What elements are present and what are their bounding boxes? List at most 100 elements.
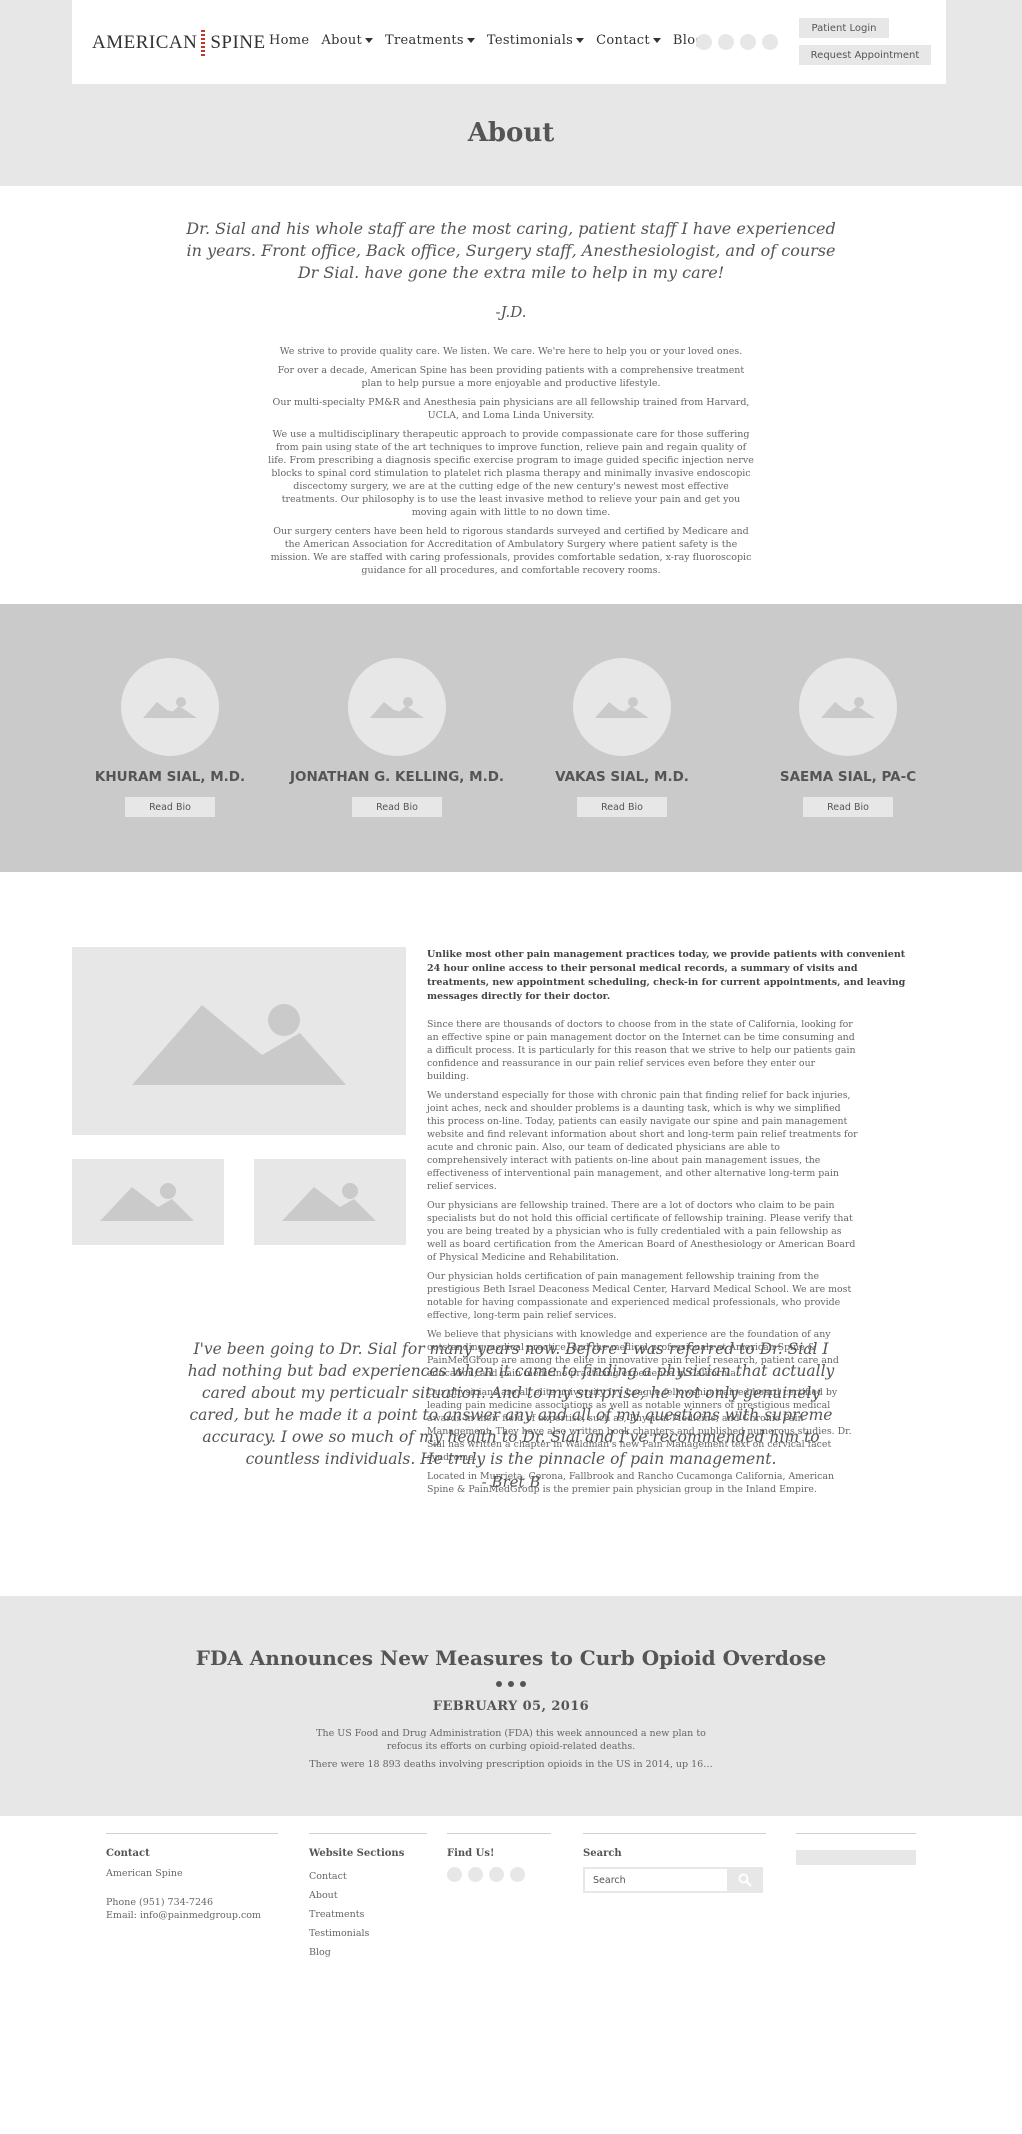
social-icon[interactable] [510, 1867, 525, 1882]
news-excerpt: There were 18 893 deaths involving presc… [309, 1759, 713, 1770]
social-icon[interactable] [447, 1867, 462, 1882]
news-title[interactable]: FDA Announces New Measures to Curb Opioi… [0, 1646, 1022, 1670]
image-placeholder-icon [370, 697, 424, 718]
testimonial-quote: Dr. Sial and his whole staff are the mos… [186, 219, 836, 282]
nav-item-treatments[interactable]: Treatments [385, 33, 475, 48]
testimonial-author-wrap: - Bret B [0, 1466, 1022, 1596]
request-appointment-button[interactable]: Request Appointment [799, 45, 931, 65]
read-bio-button[interactable]: Read Bio [577, 797, 667, 817]
nav-item-label: Contact [596, 33, 650, 48]
doctor-card: SAEMA SIAL, PA-C Read Bio [735, 658, 961, 817]
doctor-name: JONATHAN G. KELLING, M.D. [289, 769, 505, 785]
social-icon[interactable] [468, 1867, 483, 1882]
news-section: FDA Announces New Measures to Curb Opioi… [0, 1596, 1022, 1816]
social-icon[interactable] [740, 34, 756, 50]
about-paragraph: Our physicians are fellowship trained. T… [427, 1200, 856, 1263]
nav-item-label: Treatments [385, 33, 464, 48]
intro-section: Dr. Sial and his whole staff are the mos… [0, 186, 1022, 604]
doctor-name: VAKAS SIAL, M.D. [555, 769, 689, 785]
footer-link-treatments[interactable]: Treatments [309, 1905, 427, 1924]
footer-social-links [447, 1867, 551, 1882]
avatar [348, 658, 446, 756]
footer-email[interactable]: Email: info@painmedgroup.com [106, 1909, 278, 1922]
footer-widget [796, 1833, 916, 1865]
search-input[interactable] [583, 1867, 727, 1893]
avatar [121, 658, 219, 756]
about-paragraph: We understand especially for those with … [427, 1090, 858, 1192]
spine-icon [201, 30, 206, 56]
social-icon[interactable] [489, 1867, 504, 1882]
image-placeholder-icon [132, 1004, 346, 1085]
image-placeholder-icon [821, 697, 875, 718]
image-placeholder [254, 1159, 406, 1245]
testimonial-author: - Bret B [481, 1473, 541, 1491]
read-bio-button[interactable]: Read Bio [125, 797, 215, 817]
about-paragraph: Our physician holds certification of pai… [427, 1271, 852, 1321]
social-icon[interactable] [762, 34, 778, 50]
intro-paragraph: Our surgery centers have been held to ri… [270, 526, 752, 576]
main-nav: Home About Treatments Testimonials Conta… [269, 33, 716, 48]
nav-item-label: Testimonials [486, 33, 574, 48]
avatar [573, 658, 671, 756]
nav-item-about[interactable]: About [321, 33, 374, 48]
footer-search: Search [583, 1833, 766, 1893]
nav-item-label: Home [269, 33, 310, 48]
nav-item-testimonials[interactable]: Testimonials [486, 33, 585, 48]
news-excerpt: The US Food and Drug Administration (FDA… [316, 1728, 706, 1752]
doctors-section: KHURAM SIAL, M.D. Read Bio JONATHAN G. K… [0, 604, 1022, 872]
footer-widget-placeholder [796, 1850, 916, 1865]
footer-heading: Search [583, 1848, 622, 1859]
read-bio-button[interactable]: Read Bio [352, 797, 442, 817]
doctor-name: KHURAM SIAL, M.D. [94, 769, 246, 785]
doctor-card: VAKAS SIAL, M.D. Read Bio [509, 658, 735, 817]
chevron-down-icon [652, 38, 661, 43]
footer-link-about[interactable]: About [309, 1886, 427, 1905]
search-button[interactable] [727, 1867, 763, 1893]
read-bio-button[interactable]: Read Bio [803, 797, 893, 817]
site-footer: Contact American Spine Phone (951) 734-7… [0, 1816, 1022, 2002]
footer-heading: Find Us! [447, 1848, 495, 1859]
social-icon[interactable] [696, 34, 712, 50]
intro-paragraph: We strive to provide quality care. We li… [279, 346, 743, 357]
site-logo[interactable]: AMERICAN SPINE [92, 30, 266, 56]
image-placeholder [72, 947, 406, 1135]
image-placeholder-icon [282, 1183, 376, 1221]
intro-paragraph: Our multi-specialty PM&R and Anesthesia … [272, 397, 750, 421]
intro-paragraph: We use a multidisciplinary therapeutic a… [268, 429, 754, 518]
footer-phone[interactable]: Phone (951) 734-7246 [106, 1896, 278, 1909]
image-placeholder-icon [143, 697, 197, 718]
image-placeholder [72, 1159, 224, 1245]
footer-link-testimonials[interactable]: Testimonials [309, 1924, 427, 1943]
page-title: About [467, 118, 555, 148]
footer-find-us: Find Us! [447, 1833, 551, 1882]
logo-text-right: SPINE [210, 32, 266, 53]
search-box [583, 1867, 766, 1893]
nav-item-contact[interactable]: Contact [596, 33, 661, 48]
doctor-card: KHURAM SIAL, M.D. Read Bio [57, 658, 283, 817]
doctor-card: JONATHAN G. KELLING, M.D. Read Bio [284, 658, 510, 817]
footer-contact: Contact American Spine Phone (951) 734-7… [106, 1833, 278, 1922]
testimonial-author: -J.D. [495, 303, 527, 321]
footer-heading: Contact [106, 1848, 150, 1859]
footer-company-name: American Spine [106, 1868, 183, 1879]
nav-item-home[interactable]: Home [269, 33, 309, 48]
intro-text: We strive to provide quality care. We li… [266, 345, 756, 583]
chevron-down-icon [576, 38, 585, 43]
patient-login-button[interactable]: Patient Login [799, 18, 889, 38]
dots-divider-icon [0, 1681, 1022, 1687]
about-paragraph: Since there are thousands of doctors to … [427, 1019, 856, 1082]
footer-link-blog[interactable]: Blog [309, 1943, 427, 1962]
doctor-name: SAEMA SIAL, PA-C [779, 769, 917, 785]
footer-link-contact[interactable]: Contact [309, 1867, 427, 1886]
site-header: AMERICAN SPINE Home About Treatments Tes… [72, 0, 946, 84]
chevron-down-icon [466, 38, 475, 43]
search-icon [738, 1873, 752, 1887]
testimonial-quote: I've been going to Dr. Sial for many yea… [187, 1340, 835, 1468]
chevron-down-icon [365, 38, 374, 43]
nav-item-label: About [321, 33, 363, 48]
image-placeholder-icon [100, 1183, 194, 1221]
image-placeholder-icon [595, 697, 649, 718]
social-icon[interactable] [718, 34, 734, 50]
logo-text-left: AMERICAN [92, 32, 198, 53]
news-date: FEBRUARY 05, 2016 [432, 1699, 590, 1714]
